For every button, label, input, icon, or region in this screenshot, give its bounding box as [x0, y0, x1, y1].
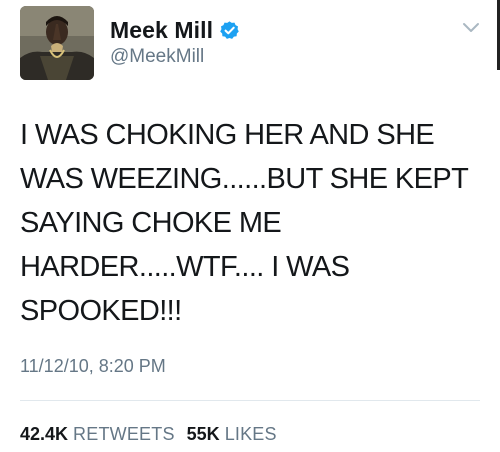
retweets-count: 42.4K	[20, 424, 69, 444]
chevron-down-icon[interactable]	[462, 22, 480, 34]
likes-stat[interactable]: 55K LIKES	[187, 424, 277, 445]
likes-label: LIKES	[224, 424, 277, 444]
avatar[interactable]	[20, 6, 94, 80]
tweet-stats: 42.4K RETWEETS 55K LIKES	[20, 424, 277, 445]
likes-count: 55K	[186, 424, 220, 444]
verified-badge-icon	[219, 20, 240, 41]
profile-photo-icon	[20, 6, 94, 80]
retweets-stat[interactable]: 42.4K RETWEETS	[20, 424, 175, 445]
author-name-row[interactable]: Meek Mill	[110, 16, 240, 44]
tweet-text: I WAS CHOKING HER AND SHE WAS WEEZING...…	[20, 119, 469, 327]
stats-divider	[20, 400, 480, 401]
author-handle[interactable]: @MeekMill	[110, 46, 204, 68]
tweet-card: Meek Mill @MeekMill I WAS CHOKING HER AN…	[0, 0, 500, 452]
retweets-label: RETWEETS	[73, 424, 175, 444]
tweet-timestamp[interactable]: 11/12/10, 8:20 PM	[20, 356, 166, 377]
author-display-name[interactable]: Meek Mill	[110, 17, 213, 44]
